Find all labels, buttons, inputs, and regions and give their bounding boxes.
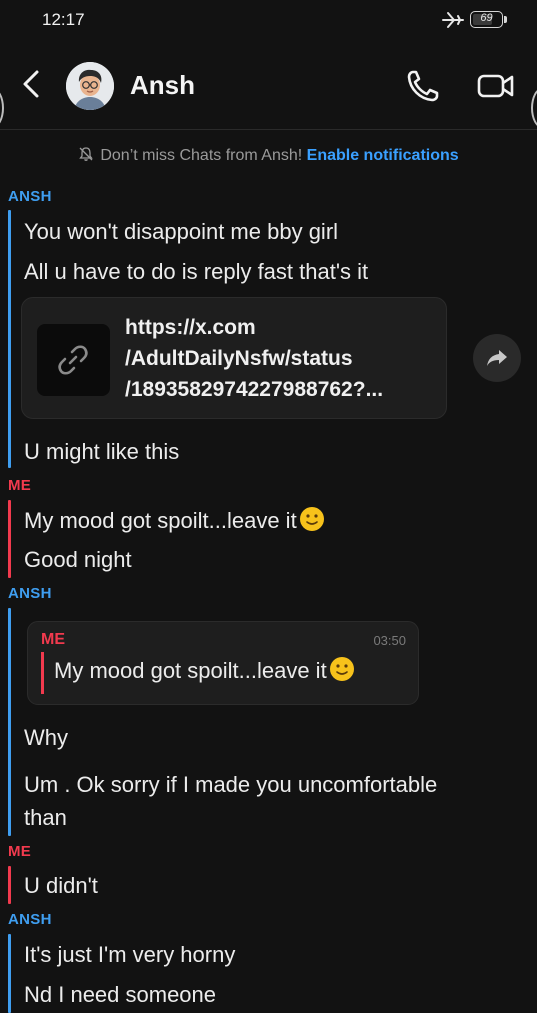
edge-decoration-left xyxy=(0,88,4,128)
sender-label-me: ME xyxy=(8,843,32,860)
battery-level: 69 xyxy=(480,12,493,24)
battery-icon: 69 xyxy=(470,11,508,28)
message-text[interactable]: Good night xyxy=(24,543,132,577)
message-text[interactable]: U didn't xyxy=(24,869,98,903)
link-thumbnail xyxy=(37,324,110,396)
message-text[interactable]: Nd I need someone xyxy=(24,978,216,1012)
status-time: 12:17 xyxy=(42,10,85,29)
quote-bar xyxy=(41,652,44,694)
link-url-line: /1893582974227988762?... xyxy=(125,378,384,401)
phone-icon[interactable] xyxy=(404,67,442,105)
message-text[interactable]: You won't disappoint me bby girl xyxy=(24,215,338,249)
notification-prompt: Don’t miss Chats from Ansh! Enable notif… xyxy=(0,146,537,165)
avatar-image xyxy=(66,62,114,110)
back-button[interactable] xyxy=(14,66,50,102)
link-url-line: https://x.com xyxy=(125,316,256,339)
slight-smile-emoji-icon xyxy=(299,507,324,531)
sender-label-ansh: ANSH xyxy=(8,188,52,205)
video-camera-icon[interactable] xyxy=(476,71,516,101)
quoted-message-card[interactable]: ME 03:50 My mood got spoilt...leave it xyxy=(27,621,419,705)
quoted-text-content: My mood got spoilt...leave it xyxy=(54,658,327,683)
sender-bar-ansh xyxy=(8,608,11,836)
quoted-timestamp: 03:50 xyxy=(373,633,406,648)
quoted-text: My mood got spoilt...leave it xyxy=(54,656,355,684)
link-url[interactable]: https://x.com /AdultDailyNsfw/status /18… xyxy=(125,312,383,405)
enable-notifications-link[interactable]: Enable notifications xyxy=(307,147,459,164)
sender-bar-me xyxy=(8,500,11,578)
message-text[interactable]: My mood got spoilt...leave it xyxy=(24,504,325,538)
sender-bar-ansh xyxy=(8,934,11,1013)
message-text[interactable]: It's just I'm very horny xyxy=(24,938,235,972)
edge-decoration-right xyxy=(531,88,537,128)
message-text[interactable]: All u have to do is reply fast that's it xyxy=(24,255,368,289)
airplane-mode-icon xyxy=(442,12,464,28)
avatar[interactable] xyxy=(66,62,114,110)
chat-header: Ansh xyxy=(0,40,537,130)
contact-name[interactable]: Ansh xyxy=(130,70,195,101)
quoted-sender: ME xyxy=(41,631,65,648)
link-chain-icon xyxy=(58,345,88,375)
bell-muted-icon xyxy=(79,147,94,161)
chat-screen: 12:17 69 Ansh Don’t miss Chats from Ansh… xyxy=(0,0,537,1013)
message-text-content: My mood got spoilt...leave it xyxy=(24,508,297,533)
link-preview-card[interactable]: https://x.com /AdultDailyNsfw/status /18… xyxy=(21,297,447,419)
message-text[interactable]: Why xyxy=(24,721,68,755)
message-text[interactable]: than xyxy=(24,801,67,835)
message-text[interactable]: Um . Ok sorry if I made you uncomfortabl… xyxy=(24,768,437,802)
sender-label-ansh: ANSH xyxy=(8,585,52,602)
slight-smile-emoji-icon xyxy=(329,657,354,681)
sender-label-ansh: ANSH xyxy=(8,911,52,928)
status-bar: 12:17 69 xyxy=(0,0,537,40)
sender-bar-ansh xyxy=(8,210,11,468)
share-arrow-icon xyxy=(487,350,507,366)
share-button[interactable] xyxy=(473,334,521,382)
sender-bar-me xyxy=(8,866,11,904)
message-text[interactable]: U might like this xyxy=(24,435,179,469)
notification-prompt-text: Don’t miss Chats from Ansh! xyxy=(100,147,303,164)
link-url-line: /AdultDailyNsfw/status xyxy=(125,347,353,370)
sender-label-me: ME xyxy=(8,477,32,494)
